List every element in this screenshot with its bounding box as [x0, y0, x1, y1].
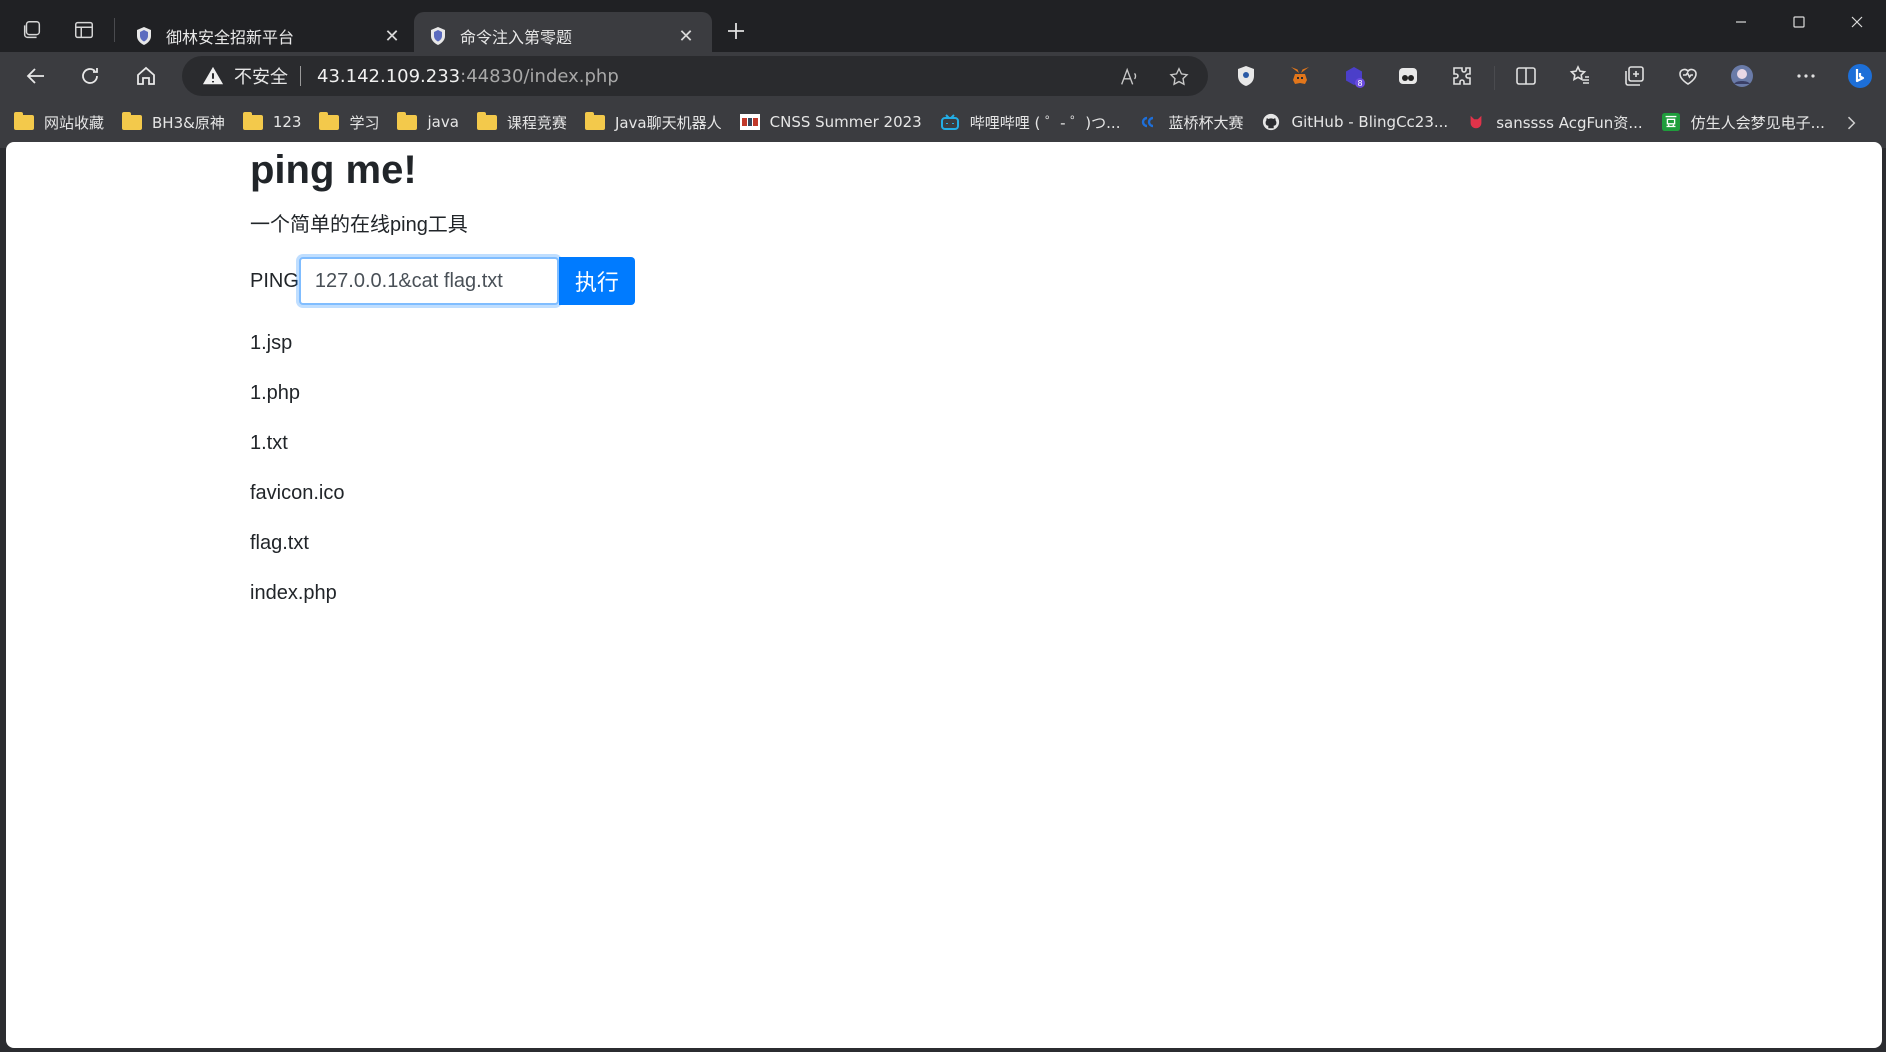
url-host: 43.142.109.233 — [317, 65, 461, 87]
lanqiao-icon — [1138, 114, 1158, 130]
bing-copilot-icon[interactable] — [1842, 58, 1878, 94]
bookmark-label: 仿生人会梦见电子... — [1690, 113, 1825, 132]
minimize-icon[interactable] — [1716, 6, 1766, 38]
tab-strip: 御林安全招新平台 ✕ 命令注入第零题 ✕ — [0, 0, 1886, 60]
cnss-icon — [739, 114, 760, 130]
execute-button[interactable]: 执行 — [558, 257, 635, 305]
folder-icon — [122, 111, 143, 130]
bookmark-label: GitHub - BlingCc23... — [1291, 113, 1449, 131]
bookmark-label: 蓝桥杯大赛 — [1168, 113, 1244, 132]
folder-icon — [584, 111, 605, 130]
metamask-fox-icon[interactable] — [1282, 58, 1318, 94]
split-screen-icon[interactable] — [1508, 58, 1544, 94]
folder-icon — [397, 111, 418, 130]
collections-icon[interactable] — [1616, 58, 1652, 94]
chevron-right-icon[interactable] — [1836, 108, 1866, 138]
security-status-label[interactable]: 不安全 — [234, 63, 288, 89]
bookmark-folder[interactable]: 课程竞赛 — [476, 111, 567, 133]
github-icon — [1261, 113, 1281, 131]
bookmark-label: 网站收藏 — [44, 113, 105, 132]
close-tab-icon[interactable]: ✕ — [380, 24, 404, 48]
extension-badge-count: 8 — [1357, 79, 1362, 88]
back-arrow-icon[interactable] — [16, 56, 56, 96]
list-item: flag.txt — [250, 532, 309, 554]
bookmark-label: 哔哩哔哩 ( ゜- ゜)つ... — [969, 113, 1121, 132]
profile-avatar[interactable] — [1724, 58, 1760, 94]
bookmarks-bar: 网站收藏 BH3&原神 123 学习 java 课程竞赛 Java聊天机器人 C… — [0, 104, 1886, 140]
result-list: 1.jsp 1.php 1.txt favicon.ico flag.txt i… — [250, 331, 635, 631]
settings-more-icon[interactable] — [1788, 58, 1824, 94]
favorites-icon[interactable] — [1562, 58, 1598, 94]
address-divider — [300, 66, 301, 86]
bookmark-label: 课程竞赛 — [506, 113, 567, 132]
close-window-icon[interactable] — [1832, 6, 1882, 38]
bookmark-label: java — [427, 113, 459, 131]
bookmark-folder[interactable]: 123 — [242, 111, 302, 131]
bookmark-link[interactable]: 蓝桥杯大赛 — [1138, 112, 1243, 133]
extension-shield-icon[interactable] — [1228, 58, 1264, 94]
list-item: 1.jsp — [250, 332, 293, 354]
bookmark-folder[interactable]: BH3&原神 — [122, 111, 225, 133]
page-title: ping me! — [250, 148, 417, 192]
bookmark-link[interactable]: GitHub - BlingCc23... — [1261, 113, 1448, 131]
page-viewport: ping me! 一个简单的在线ping工具 PING 执行 1.jsp 1.p… — [6, 142, 1882, 1048]
browser-essentials-icon[interactable] — [1670, 58, 1706, 94]
shield-favicon-icon — [134, 26, 154, 46]
address-bar[interactable]: 不安全 43.142.109.233:44830/index.php — [182, 56, 1208, 96]
tab-actions-icon[interactable] — [66, 14, 102, 46]
workspaces-icon[interactable] — [14, 14, 50, 46]
tab-title: 御林安全招新平台 — [166, 28, 295, 47]
tab-title: 命令注入第零题 — [460, 28, 573, 47]
bilibili-icon — [940, 114, 960, 130]
bookmark-link[interactable]: CNSS Summer 2023 — [739, 113, 922, 131]
home-icon[interactable] — [126, 56, 166, 96]
bookmark-label: CNSS Summer 2023 — [769, 113, 922, 131]
bookmark-folder[interactable]: 学习 — [319, 111, 380, 133]
bookmark-link[interactable]: 哔哩哔哩 ( ゜- ゜)つ... — [940, 112, 1121, 133]
maximize-icon[interactable] — [1774, 6, 1824, 38]
page-content: ping me! 一个简单的在线ping工具 PING 执行 1.jsp 1.p… — [250, 142, 635, 631]
bookmark-label: BH3&原神 — [152, 113, 225, 132]
tab-separator — [114, 18, 115, 42]
bookmark-folder[interactable]: Java聊天机器人 — [584, 111, 722, 133]
extensions-puzzle-icon[interactable] — [1444, 58, 1480, 94]
extension-cube-icon[interactable]: 8 — [1336, 58, 1372, 94]
bookmark-label: Java聊天机器人 — [614, 113, 722, 132]
refresh-icon[interactable] — [70, 56, 110, 96]
bookmark-label: 学习 — [349, 113, 380, 132]
folder-icon — [242, 111, 263, 130]
list-item: favicon.ico — [250, 482, 345, 504]
ping-input[interactable] — [298, 257, 559, 305]
list-item: index.php — [250, 582, 337, 604]
bookmark-folder[interactable]: java — [397, 111, 459, 131]
list-item: 1.txt — [250, 432, 288, 454]
read-aloud-icon[interactable] — [1114, 62, 1144, 92]
folder-icon — [319, 111, 340, 130]
douban-icon — [1661, 113, 1681, 131]
bookmark-label: 123 — [272, 113, 302, 131]
list-item: 1.php — [250, 382, 301, 404]
url-path: :44830/index.php — [460, 65, 619, 87]
warning-triangle-icon[interactable] — [202, 65, 224, 87]
acgfun-icon — [1466, 114, 1486, 130]
toolbar-separator — [1494, 66, 1495, 90]
folder-icon — [476, 111, 497, 130]
browser-window: 御林安全招新平台 ✕ 命令注入第零题 ✕ 不安全 43.142.109.233 … — [0, 0, 1886, 1052]
page-subtitle: 一个简单的在线ping工具 — [250, 214, 468, 236]
favorite-star-icon[interactable] — [1164, 62, 1194, 92]
shield-favicon-icon — [428, 26, 448, 46]
bookmark-link[interactable]: sanssss AcgFun资... — [1466, 112, 1643, 133]
bookmark-link[interactable]: 仿生人会梦见电子... — [1661, 112, 1825, 133]
ping-form: PING 执行 — [250, 257, 635, 305]
ping-label: PING — [250, 269, 299, 292]
tampermonkey-icon[interactable] — [1390, 58, 1426, 94]
new-tab-icon[interactable] — [716, 14, 756, 48]
folder-icon — [14, 111, 34, 130]
close-tab-icon[interactable]: ✕ — [674, 24, 698, 48]
bookmark-label: sanssss AcgFun资... — [1496, 113, 1643, 132]
bookmark-folder[interactable]: 网站收藏 — [14, 111, 105, 133]
